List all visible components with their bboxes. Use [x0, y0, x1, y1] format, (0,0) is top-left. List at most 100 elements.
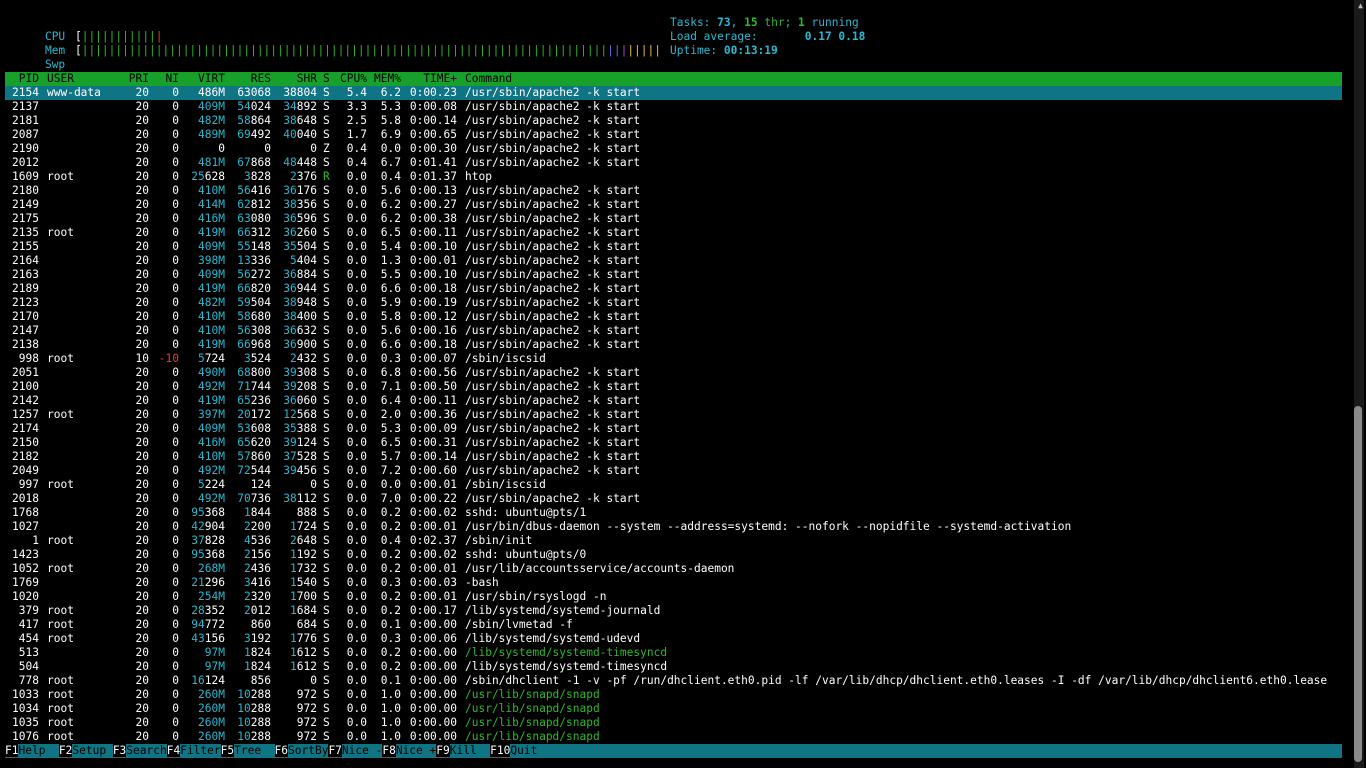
user-cell: root: [47, 688, 74, 701]
process-row[interactable]: 2164 20 0 398M 13336 5404 S 0.0 1.3 0:00.01/usr/s…: [5, 254, 1342, 268]
process-row[interactable]: 379 root 20 0 28352 2012 1684 S 0.0 0.2 0:00.17/li…: [5, 604, 1342, 618]
virt-cell: 489M: [198, 128, 225, 141]
process-row[interactable]: 513 20 0 97M 1824 1612 S 0.0 0.2 0:00.00/lib/syst…: [5, 646, 1342, 660]
process-row[interactable]: 2138 20 0 419M 66968 36900 S 0.0 6.6 0:00.18/usr/…: [5, 338, 1342, 352]
fkey-nice-button[interactable]: F7Nice -: [328, 744, 382, 758]
fkey-sortby-button[interactable]: F6SortBy: [274, 744, 328, 758]
column-header-ni[interactable]: NI: [149, 72, 179, 86]
command-cell: /usr/sbin/apache2 -k start: [465, 464, 641, 477]
process-row[interactable]: 2175 20 0 416M 63080 36596 S 0.0 6.2 0:00.38/usr/…: [5, 212, 1342, 226]
process-row[interactable]: 778 root 20 0 16124 856 0 S 0.0 0.1 0:00.00/sbin/d…: [5, 674, 1342, 688]
process-row[interactable]: 1076 root 20 0 260M 10288 972 S 0.0 1.0 0:00.00/us…: [5, 730, 1342, 744]
fkey-filter-button[interactable]: F4Filter: [166, 744, 221, 758]
process-row[interactable]: 2150 20 0 416M 65620 39124 S 0.0 6.5 0:00.31/usr/…: [5, 436, 1342, 450]
shr-cell: 39124: [283, 436, 317, 449]
process-row[interactable]: 1052 root 20 0 268M 2436 1732 S 0.0 0.2 0:00.01/us…: [5, 562, 1342, 576]
process-row[interactable]: 2163 20 0 409M 56272 36884 S 0.0 5.5 0:00.10/usr/…: [5, 268, 1342, 282]
process-table[interactable]: 2154 www-data 20 0 486M 63068 38804 S 5.4 6.2 0:00…: [5, 86, 1342, 744]
process-row[interactable]: 1034 root 20 0 260M 10288 972 S 0.0 1.0 0:00.00/us…: [5, 702, 1342, 716]
time-cell: 0:00.00: [409, 646, 457, 659]
fkey-nice-button[interactable]: F8Nice +: [382, 744, 436, 758]
process-row[interactable]: 2182 20 0 410M 57860 37528 S 0.0 5.7 0:00.14/usr/…: [5, 450, 1342, 464]
user-cell: root: [47, 674, 74, 687]
process-row[interactable]: 504 20 0 97M 1824 1612 S 0.0 0.2 0:00.00/lib/syst…: [5, 660, 1342, 674]
process-row[interactable]: 1033 root 20 0 260M 10288 972 S 0.0 1.0 0:00.00/us…: [5, 688, 1342, 702]
process-row[interactable]: 2087 20 0 489M 69492 40040 S 1.7 6.9 0:00.65/usr/…: [5, 128, 1342, 142]
res-cell: 3192: [244, 632, 271, 645]
process-row[interactable]: 454 root 20 0 43156 3192 1776 S 0.0 0.3 0:00.06/li…: [5, 632, 1342, 646]
process-row[interactable]: 417 root 20 0 94772 860 684 S 0.0 0.1 0:00.00/sbin…: [5, 618, 1342, 632]
res-cell: 3828: [244, 170, 271, 183]
process-row[interactable]: 2180 20 0 410M 56416 36176 S 0.0 5.6 0:00.13/usr/…: [5, 184, 1342, 198]
fkey-tree-button[interactable]: F5Tree: [220, 744, 275, 758]
fkey-setup-button[interactable]: F2Setup: [58, 744, 113, 758]
scrollbar-thumb[interactable]: [1354, 406, 1362, 762]
virt-cell: 97M: [204, 660, 225, 673]
process-row[interactable]: 2147 20 0 410M 56308 36632 S 0.0 5.6 0:00.16/usr/…: [5, 324, 1342, 338]
shr-cell: 972: [296, 702, 317, 715]
process-row[interactable]: 2174 20 0 409M 53608 35388 S 0.0 5.3 0:00.09/usr/…: [5, 422, 1342, 436]
column-header-user[interactable]: USER: [39, 72, 119, 86]
process-row[interactable]: 2181 20 0 482M 58864 38648 S 2.5 5.8 0:00.14/usr/…: [5, 114, 1342, 128]
process-row[interactable]: 1020 20 0 254M 2320 1700 S 0.0 0.2 0:00.01/usr/sb…: [5, 590, 1342, 604]
meters-panel: CPU [|||||||||||| Mem [|||||||||||||||||||…: [18, 16, 661, 71]
process-row[interactable]: 1769 20 0 21296 3416 1540 S 0.0 0.3 0:00.03 -bash: [5, 576, 1342, 590]
scroll-up-arrow-icon[interactable]: ▲: [1358, 2, 1363, 10]
nice-cell: 0: [172, 296, 179, 309]
process-row[interactable]: 1768 20 0 95368 1844 888 S 0.0 0.2 0:00.02 sshd: u…: [5, 506, 1342, 520]
state-cell: S: [323, 632, 330, 645]
process-row[interactable]: 2149 20 0 414M 62812 38356 S 0.0 6.2 0:00.27/usr/…: [5, 198, 1342, 212]
process-row[interactable]: 2190 20 0 0 0 0 Z 0.4 0.0 0:00.30/usr/sbin/apache…: [5, 142, 1342, 156]
shr-cell: 1732: [290, 562, 317, 575]
column-header-pri[interactable]: PRI: [119, 72, 149, 86]
fkey-kill-button[interactable]: F9Kill: [436, 744, 490, 758]
column-header-time[interactable]: TIME+: [401, 72, 457, 86]
process-row[interactable]: 1035 root 20 0 260M 10288 972 S 0.0 1.0 0:00.00/us…: [5, 716, 1342, 730]
column-header-res[interactable]: RES: [225, 72, 271, 86]
column-header-s[interactable]: S: [317, 72, 337, 86]
process-row[interactable]: 997 root 20 0 5224 124 0 S 0.0 0.0 0:00.01/sbin/is…: [5, 478, 1342, 492]
nice-cell: 0: [172, 254, 179, 267]
virt-cell: 416M: [198, 436, 225, 449]
process-row[interactable]: 1027 20 0 42904 2200 1724 S 0.0 0.2 0:00.01/usr/b…: [5, 520, 1342, 534]
process-row[interactable]: 2142 20 0 419M 65236 36060 S 0.0 6.4 0:00.11/usr/…: [5, 394, 1342, 408]
column-header-virt[interactable]: VIRT: [179, 72, 225, 86]
res-cell: 65620: [237, 436, 271, 449]
process-row[interactable]: 2018 20 0 492M 70736 38112 S 0.0 7.0 0:00.22/usr/…: [5, 492, 1342, 506]
res-cell: 56272: [237, 268, 271, 281]
process-row[interactable]: 2170 20 0 410M 58680 38400 S 0.0 5.8 0:00.12/usr/…: [5, 310, 1342, 324]
process-row[interactable]: 998 root 10 -10 5724 3524 2432 S 0.0 0.3 0:00.07/s…: [5, 352, 1342, 366]
pid-cell: 1768: [12, 506, 39, 519]
column-header-mem[interactable]: MEM%: [367, 72, 401, 86]
time-cell: 0:00.50: [409, 380, 457, 393]
process-row[interactable]: 2051 20 0 490M 68800 39308 S 0.0 6.8 0:00.56/usr/…: [5, 366, 1342, 380]
process-row[interactable]: 1257 root 20 0 397M 20172 12568 S 0.0 2.0 0:00.36 /…: [5, 408, 1342, 422]
process-row[interactable]: 2155 20 0 409M 55148 35504 S 0.0 5.4 0:00.10/usr/…: [5, 240, 1342, 254]
process-row[interactable]: 2012 20 0 481M 67868 48448 S 0.4 6.7 0:01.41/usr/…: [5, 156, 1342, 170]
process-row[interactable]: 2189 20 0 419M 66820 36944 S 0.0 6.6 0:00.18/usr/…: [5, 282, 1342, 296]
time-cell: 0:00.03: [409, 576, 457, 589]
fkey-help-button[interactable]: F1Help: [5, 744, 59, 758]
column-header-command[interactable]: Command: [457, 72, 512, 86]
fkey-quit-button[interactable]: F10Quit: [490, 744, 537, 758]
process-row[interactable]: 2137 20 0 409M 54024 34892 S 3.3 5.3 0:00.08/usr/…: [5, 100, 1342, 114]
fkey-label: Kill: [449, 744, 491, 757]
process-row[interactable]: 1609 root 20 0 25628 3828 2376 R 0.0 0.4 0:01.37 ht…: [5, 170, 1342, 184]
process-row[interactable]: 2049 20 0 492M 72544 39456 S 0.0 7.2 0:00.60/usr/…: [5, 464, 1342, 478]
process-row[interactable]: 2123 20 0 482M 59504 38948 S 0.0 5.9 0:00.19/usr/…: [5, 296, 1342, 310]
command-cell: /usr/sbin/apache2 -k start: [465, 128, 641, 141]
column-header-shr[interactable]: SHR: [271, 72, 317, 86]
cpu-percent-cell: 0.0: [346, 506, 367, 519]
virt-cell: 410M: [198, 450, 225, 463]
process-row[interactable]: 1423 20 0 95368 2156 1192 S 0.0 0.2 0:00.02 sshd: …: [5, 548, 1342, 562]
process-row[interactable]: 2135 root 20 0 419M 66312 36260 S 0.0 6.5 0:00.11 /…: [5, 226, 1342, 240]
column-header-cpu[interactable]: CPU%: [337, 72, 367, 86]
process-row[interactable]: 1 root 20 0 37828 4536 2648 S 0.0 0.4 0:02.37/sbin…: [5, 534, 1342, 548]
process-table-header[interactable]: PID USER PRI NI VIRT RES SHR S CPU% MEM% TIME+ Comm…: [5, 72, 1342, 86]
process-row[interactable]: 2154 www-data 20 0 486M 63068 38804 S 5.4 6.2 0:00…: [5, 86, 1342, 100]
process-row[interactable]: 2100 20 0 492M 71744 39208 S 0.0 7.1 0:00.50/usr/…: [5, 380, 1342, 394]
res-cell: 70736: [237, 492, 271, 505]
fkey-search-button[interactable]: F3Search: [112, 744, 167, 758]
state-cell: S: [323, 184, 330, 197]
column-header-pid[interactable]: PID: [5, 72, 39, 86]
